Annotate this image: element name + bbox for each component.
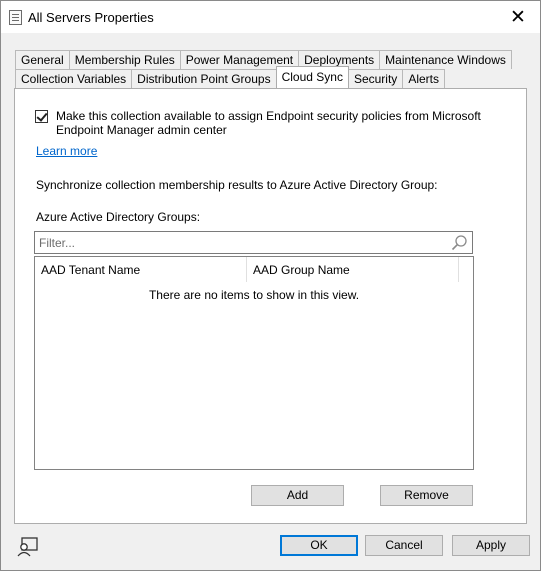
tab-cloud-sync[interactable]: Cloud Sync [275, 66, 349, 88]
aad-groups-list[interactable]: AAD Tenant Name AAD Group Name There are… [34, 256, 474, 470]
endpoint-policies-checkbox[interactable] [35, 110, 48, 123]
title-bar: All Servers Properties ✕ [1, 1, 540, 33]
column-aad-group-name[interactable]: AAD Group Name [247, 257, 459, 282]
properties-dialog: All Servers Properties ✕ General Members… [0, 0, 541, 571]
apply-button[interactable]: Apply [452, 535, 530, 556]
sync-description: Synchronize collection membership result… [36, 178, 438, 192]
tab-distribution-point-groups[interactable]: Distribution Point Groups [131, 69, 277, 88]
tab-general[interactable]: General [15, 50, 70, 69]
empty-list-message: There are no items to show in this view. [148, 288, 360, 302]
filter-input[interactable] [39, 235, 439, 251]
aad-groups-label: Azure Active Directory Groups: [36, 210, 201, 224]
tab-alerts[interactable]: Alerts [402, 69, 445, 88]
close-button[interactable]: ✕ [496, 1, 540, 33]
add-button[interactable]: Add [251, 485, 344, 506]
search-icon[interactable] [450, 234, 468, 252]
tab-membership-rules[interactable]: Membership Rules [68, 50, 181, 69]
window-title: All Servers Properties [28, 10, 154, 25]
endpoint-policies-label[interactable]: Make this collection available to assign… [56, 109, 486, 137]
tab-maintenance-windows[interactable]: Maintenance Windows [379, 50, 512, 69]
cancel-button[interactable]: Cancel [365, 535, 443, 556]
tab-row-2: Collection Variables Distribution Point … [15, 66, 445, 89]
tab-security[interactable]: Security [347, 69, 404, 88]
list-header: AAD Tenant Name AAD Group Name [35, 257, 473, 282]
column-aad-tenant-name[interactable]: AAD Tenant Name [35, 257, 247, 282]
ok-button[interactable]: OK [280, 535, 358, 556]
learn-more-link[interactable]: Learn more [36, 144, 97, 158]
remove-button[interactable]: Remove [380, 485, 473, 506]
filter-box [34, 231, 473, 254]
help-icon[interactable] [15, 536, 39, 558]
tab-row-1: General Membership Rules Power Managemen… [15, 50, 512, 70]
properties-window-icon [9, 10, 22, 25]
tab-collection-variables[interactable]: Collection Variables [15, 69, 133, 88]
